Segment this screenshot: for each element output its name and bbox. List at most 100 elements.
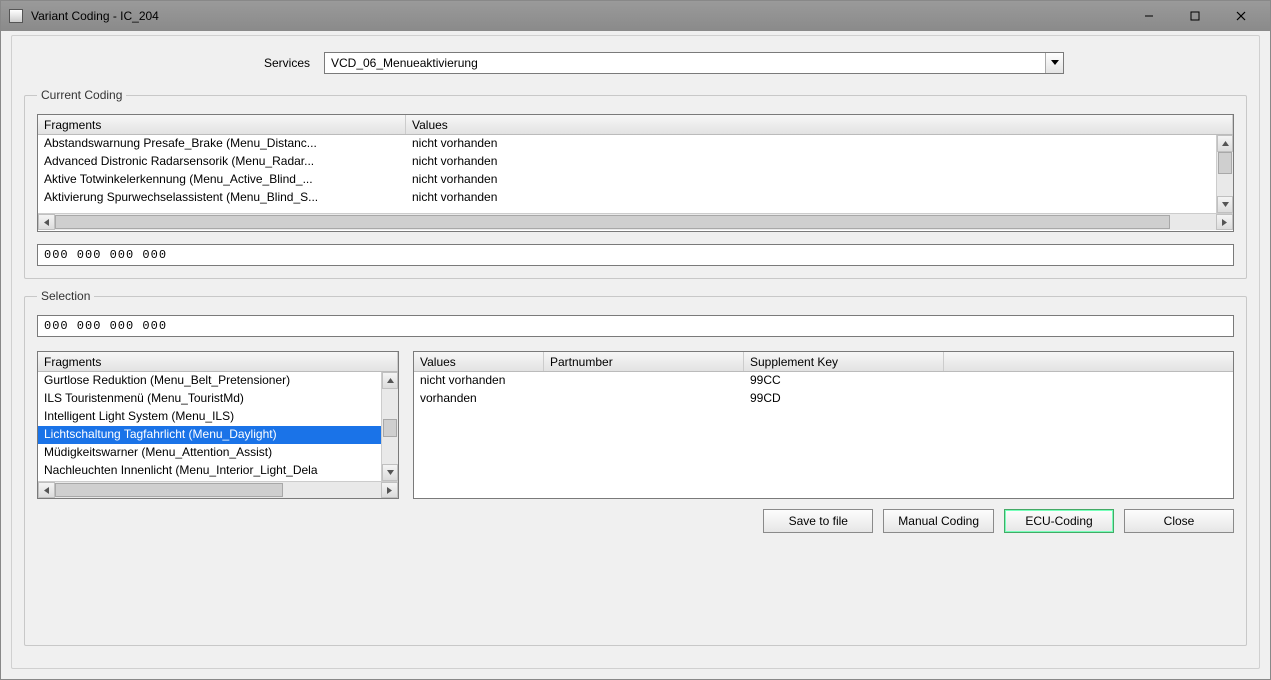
list-item[interactable]: Müdigkeitswarner (Menu_Attention_Assist) xyxy=(38,444,398,462)
chevron-down-icon xyxy=(1222,202,1229,207)
button-label: Save to file xyxy=(789,514,848,528)
fragment-cell: Advanced Distronic Radarsensorik (Menu_R… xyxy=(38,153,406,171)
scroll-up-button[interactable] xyxy=(1217,135,1233,152)
chevron-left-icon xyxy=(44,487,49,494)
window-title: Variant Coding - IC_204 xyxy=(31,9,1126,23)
button-label: ECU-Coding xyxy=(1025,514,1092,528)
selection-values-panel: Values Partnumber Supplement Key nicht v… xyxy=(413,351,1234,499)
button-label: Close xyxy=(1164,514,1195,528)
titlebar[interactable]: Variant Coding - IC_204 xyxy=(1,1,1270,31)
list-item-selected[interactable]: Lichtschaltung Tagfahrlicht (Menu_Daylig… xyxy=(38,426,398,444)
services-label: Services xyxy=(24,56,324,70)
window-frame: Variant Coding - IC_204 Services VCD_06_… xyxy=(0,0,1271,680)
value-cell: vorhanden xyxy=(414,390,544,408)
fragments-body[interactable]: Gurtlose Reduktion (Menu_Belt_Pretension… xyxy=(38,372,398,481)
scroll-left-button[interactable] xyxy=(38,482,55,498)
partnumber-cell xyxy=(544,372,744,390)
col-spacer xyxy=(944,352,1233,371)
value-cell: nicht vorhanden xyxy=(406,135,1233,153)
fragment-label: Gurtlose Reduktion (Menu_Belt_Pretension… xyxy=(38,372,398,390)
table-row[interactable]: Aktivierung Spurwechselassistent (Menu_B… xyxy=(38,189,1233,207)
col-values[interactable]: Values xyxy=(414,352,544,371)
values-listbox[interactable]: Values Partnumber Supplement Key nicht v… xyxy=(413,351,1234,499)
chevron-up-icon xyxy=(387,378,394,383)
horizontal-scrollbar[interactable] xyxy=(38,213,1233,230)
list-item[interactable]: ILS Touristenmenü (Menu_TouristMd) xyxy=(38,390,398,408)
minimize-button[interactable] xyxy=(1126,1,1172,31)
table-row[interactable]: Aktive Totwinkelerkennung (Menu_Active_B… xyxy=(38,171,1233,189)
inner-panel: Services VCD_06_Menueaktivierung Current… xyxy=(11,35,1260,669)
scroll-right-button[interactable] xyxy=(381,482,398,498)
col-partnumber[interactable]: Partnumber xyxy=(544,352,744,371)
maximize-button[interactable] xyxy=(1172,1,1218,31)
chevron-right-icon xyxy=(1222,219,1227,226)
scroll-track[interactable] xyxy=(1217,152,1233,196)
table-row[interactable]: Abstandswarnung Presafe_Brake (Menu_Dist… xyxy=(38,135,1233,153)
scroll-track[interactable] xyxy=(55,482,381,498)
horizontal-scrollbar[interactable] xyxy=(38,481,398,498)
current-coding-group: Current Coding Fragments Values Abstands… xyxy=(24,88,1247,279)
services-selected: VCD_06_Menueaktivierung xyxy=(325,56,1045,70)
fragment-label: Intelligent Light System (Menu_ILS) xyxy=(38,408,398,426)
fragment-cell: Abstandswarnung Presafe_Brake (Menu_Dist… xyxy=(38,135,406,153)
fragment-label: Lichtschaltung Tagfahrlicht (Menu_Daylig… xyxy=(38,426,398,444)
fragment-label: ILS Touristenmenü (Menu_TouristMd) xyxy=(38,390,398,408)
scroll-thumb[interactable] xyxy=(1218,152,1232,174)
col-fragments[interactable]: Fragments xyxy=(38,115,406,134)
list-item[interactable]: Nachleuchten Innenlicht (Menu_Interior_L… xyxy=(38,462,398,480)
selection-group: Selection 000 000 000 000 Fragments Gurt… xyxy=(24,289,1247,646)
table-row[interactable]: nicht vorhanden 99CC xyxy=(414,372,1233,390)
scroll-right-button[interactable] xyxy=(1216,214,1233,230)
chevron-down-icon xyxy=(387,470,394,475)
current-coding-body[interactable]: Abstandswarnung Presafe_Brake (Menu_Dist… xyxy=(38,135,1233,213)
value-cell: nicht vorhanden xyxy=(414,372,544,390)
current-coding-hex[interactable]: 000 000 000 000 xyxy=(37,244,1234,266)
selection-hex[interactable]: 000 000 000 000 xyxy=(37,315,1234,337)
close-window-button[interactable] xyxy=(1218,1,1264,31)
fragment-cell: Aktivierung Spurwechselassistent (Menu_B… xyxy=(38,189,406,207)
current-coding-legend: Current Coding xyxy=(37,88,126,102)
scroll-left-button[interactable] xyxy=(38,214,55,230)
col-values[interactable]: Values xyxy=(406,115,1233,134)
fragments-header: Fragments xyxy=(38,352,398,372)
scroll-down-button[interactable] xyxy=(1217,196,1233,213)
scroll-thumb[interactable] xyxy=(55,483,283,497)
scroll-down-button[interactable] xyxy=(382,464,398,481)
table-row[interactable]: vorhanden 99CD xyxy=(414,390,1233,408)
selection-legend: Selection xyxy=(37,289,94,303)
scroll-thumb[interactable] xyxy=(383,419,397,437)
value-cell: nicht vorhanden xyxy=(406,153,1233,171)
col-fragments[interactable]: Fragments xyxy=(38,352,398,371)
dropdown-arrow[interactable] xyxy=(1045,53,1063,73)
current-coding-list[interactable]: Fragments Values Abstandswarnung Presafe… xyxy=(37,114,1234,232)
ecu-coding-button[interactable]: ECU-Coding xyxy=(1004,509,1114,533)
scroll-up-button[interactable] xyxy=(382,372,398,389)
scroll-thumb[interactable] xyxy=(55,215,1170,229)
scroll-track[interactable] xyxy=(382,389,398,464)
services-dropdown[interactable]: VCD_06_Menueaktivierung xyxy=(324,52,1064,74)
current-coding-header: Fragments Values xyxy=(38,115,1233,135)
fragment-cell: Aktive Totwinkelerkennung (Menu_Active_B… xyxy=(38,171,406,189)
vertical-scrollbar[interactable] xyxy=(381,372,398,481)
list-item[interactable]: Gurtlose Reduktion (Menu_Belt_Pretension… xyxy=(38,372,398,390)
manual-coding-button[interactable]: Manual Coding xyxy=(883,509,994,533)
button-label: Manual Coding xyxy=(898,514,979,528)
maximize-icon xyxy=(1189,10,1201,22)
selection-fragments-panel: Fragments Gurtlose Reduktion (Menu_Belt_… xyxy=(37,351,399,499)
chevron-right-icon xyxy=(387,487,392,494)
col-supplement-key[interactable]: Supplement Key xyxy=(744,352,944,371)
scroll-track[interactable] xyxy=(55,214,1216,230)
close-button[interactable]: Close xyxy=(1124,509,1234,533)
save-to-file-button[interactable]: Save to file xyxy=(763,509,873,533)
client-area: Services VCD_06_Menueaktivierung Current… xyxy=(1,31,1270,679)
list-item[interactable]: Intelligent Light System (Menu_ILS) xyxy=(38,408,398,426)
minimize-icon xyxy=(1143,10,1155,22)
vertical-scrollbar[interactable] xyxy=(1216,135,1233,213)
fragments-listbox[interactable]: Fragments Gurtlose Reduktion (Menu_Belt_… xyxy=(37,351,399,499)
chevron-up-icon xyxy=(1222,141,1229,146)
partnumber-cell xyxy=(544,390,744,408)
values-body[interactable]: nicht vorhanden 99CC vorhanden 99CD xyxy=(414,372,1233,498)
table-row[interactable]: Advanced Distronic Radarsensorik (Menu_R… xyxy=(38,153,1233,171)
supplement-key-cell: 99CC xyxy=(744,372,944,390)
services-row: Services VCD_06_Menueaktivierung xyxy=(24,52,1247,74)
